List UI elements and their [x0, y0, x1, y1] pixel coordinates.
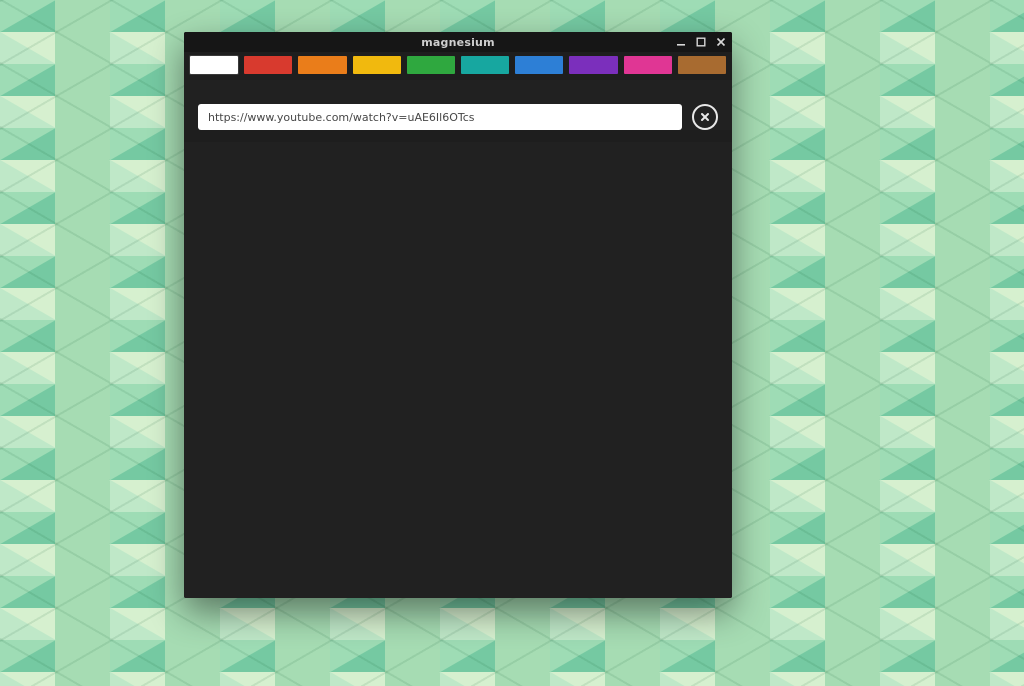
color-tab-5[interactable] [461, 56, 509, 74]
minimize-button[interactable] [674, 35, 688, 49]
color-tab-9[interactable] [678, 56, 726, 74]
color-tab-8[interactable] [624, 56, 672, 74]
color-tab-3[interactable] [353, 56, 401, 74]
close-icon [716, 37, 726, 47]
url-input[interactable] [198, 104, 682, 130]
close-icon [700, 112, 710, 122]
color-tab-strip [184, 52, 732, 80]
close-button[interactable] [714, 35, 728, 49]
desktop-wallpaper: magnesium [0, 0, 1024, 686]
color-tab-7[interactable] [569, 56, 617, 74]
content-area [184, 142, 732, 598]
titlebar[interactable]: magnesium [184, 32, 732, 52]
url-bar-row [198, 104, 718, 130]
url-bar-area [184, 80, 732, 130]
clear-url-button[interactable] [692, 104, 718, 130]
window-controls [674, 32, 728, 52]
color-tab-0[interactable] [190, 56, 238, 74]
color-tab-6[interactable] [515, 56, 563, 74]
minimize-icon [676, 37, 686, 47]
maximize-button[interactable] [694, 35, 708, 49]
app-window: magnesium [184, 32, 732, 598]
color-tab-1[interactable] [244, 56, 292, 74]
color-tab-2[interactable] [298, 56, 346, 74]
maximize-icon [696, 37, 706, 47]
color-tab-4[interactable] [407, 56, 455, 74]
window-title: magnesium [184, 36, 732, 49]
